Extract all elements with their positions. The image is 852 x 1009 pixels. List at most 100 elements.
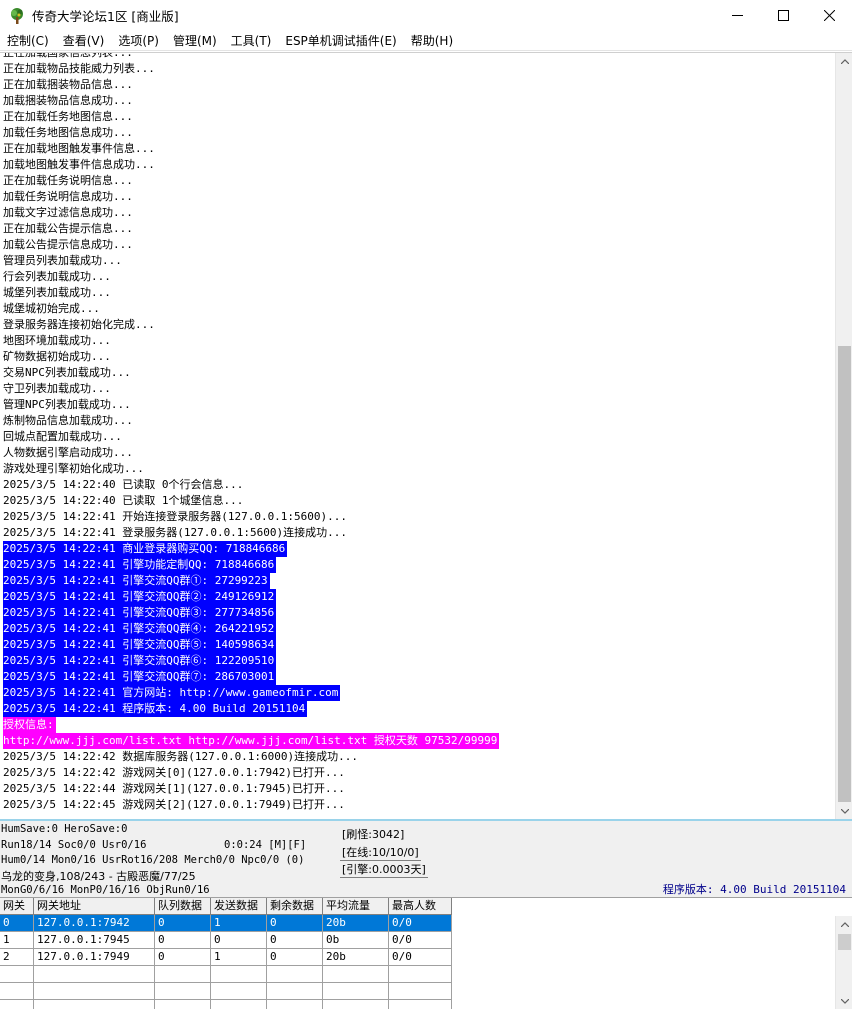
chevron-down-icon bbox=[840, 999, 849, 1004]
table-scrollbar[interactable] bbox=[835, 916, 852, 1009]
log-line-text: 2025/3/5 14:22:42 数据库服务器(127.0.0.1:6000)… bbox=[3, 750, 359, 763]
log-line-text: 交易NPC列表加载成功... bbox=[3, 366, 131, 379]
table-cell: 127.0.0.1:7942 bbox=[34, 915, 155, 932]
tree-app-icon[interactable] bbox=[8, 7, 26, 25]
table-cell: 0 bbox=[155, 915, 211, 932]
table-scroll-up-arrow[interactable] bbox=[836, 916, 852, 933]
column-header[interactable]: 剩余数据 bbox=[267, 898, 323, 915]
column-header[interactable]: 平均流量 bbox=[323, 898, 389, 915]
log-line-text: 2025/3/5 14:22:45 游戏网关[2](127.0.0.1:7949… bbox=[3, 798, 345, 811]
column-header[interactable]: 发送数据 bbox=[211, 898, 267, 915]
log-line-text: 加载捆装物品信息成功... bbox=[3, 94, 133, 107]
scroll-thumb[interactable] bbox=[838, 346, 851, 802]
log-line-text: 城堡城初始完成... bbox=[3, 302, 100, 315]
menu-manage[interactable]: 管理(M) bbox=[166, 31, 224, 51]
column-header[interactable]: 队列数据 bbox=[155, 898, 211, 915]
table-header: 网关 网关地址 队列数据 发送数据 剩余数据 平均流量 最高人数 bbox=[0, 898, 452, 915]
engine-label: [引擎:0.0003天] bbox=[340, 863, 428, 878]
table-cell: 0 bbox=[0, 915, 34, 932]
log-line: 加载地图触发事件信息成功... bbox=[3, 157, 832, 173]
window-controls bbox=[714, 0, 852, 31]
table-scroll-down-arrow[interactable] bbox=[836, 993, 852, 1009]
chevron-up-icon bbox=[840, 59, 849, 64]
scroll-down-arrow[interactable] bbox=[836, 803, 852, 819]
gateway-table[interactable]: 网关 网关地址 队列数据 发送数据 剩余数据 平均流量 最高人数 0 127.0.0.1:794… bbox=[0, 897, 852, 1009]
table-scroll-thumb[interactable] bbox=[838, 934, 851, 950]
log-memo[interactable]: 正在加载国家信息列表... 正在加载物品技能威力列表... 正在加载捆装物品信息..… bbox=[0, 52, 852, 819]
scroll-up-arrow[interactable] bbox=[836, 53, 852, 70]
table-cell bbox=[155, 966, 211, 983]
log-line: 地图环境加载成功... bbox=[3, 333, 832, 349]
menu-view[interactable]: 查看(V) bbox=[56, 31, 112, 51]
log-line: 2025/3/5 14:22:41 引擎交流QQ群①: 27299223 bbox=[3, 573, 832, 589]
menu-help[interactable]: 帮助(H) bbox=[404, 31, 460, 51]
log-line-text: 炼制物品信息加载成功... bbox=[3, 414, 133, 427]
table-cell: 20b bbox=[323, 915, 389, 932]
log-line-text: 加载地图触发事件信息成功... bbox=[3, 158, 155, 171]
log-line-text: 2025/3/5 14:22:41 引擎交流QQ群⑥: 122209510 bbox=[3, 653, 277, 669]
log-line: 行会列表加载成功... bbox=[3, 269, 832, 285]
version-label: 程序版本: 4.00 Build 20151104 bbox=[662, 883, 846, 896]
log-line-text: 地图环境加载成功... bbox=[3, 334, 111, 347]
map-status: 乌龙的变身,108/243 - 古殿恶魔/77/25 bbox=[1, 870, 196, 883]
column-header[interactable]: 网关地址 bbox=[34, 898, 155, 915]
table-cell: 0 bbox=[267, 932, 323, 949]
log-line: 登录服务器连接初始化完成... bbox=[3, 317, 832, 333]
menu-bar: 控制(C) 查看(V) 选项(P) 管理(M) 工具(T) ESP单机调试插件(… bbox=[0, 31, 852, 51]
log-line-text: 加载任务地图信息成功... bbox=[3, 126, 133, 139]
table-row[interactable]: 2 127.0.0.1:7949 0 1 0 20b 0/0 bbox=[0, 949, 452, 966]
log-line: 正在加载物品技能威力列表... bbox=[3, 61, 832, 77]
log-line: 2025/3/5 14:22:41 开始连接登录服务器(127.0.0.1:56… bbox=[3, 509, 832, 525]
log-line: 加载任务说明信息成功... bbox=[3, 189, 832, 205]
table-cell: 0 bbox=[211, 932, 267, 949]
log-line-text: 矿物数据初始成功... bbox=[3, 350, 111, 363]
close-icon bbox=[823, 10, 835, 21]
log-line: 2025/3/5 14:22:41 引擎交流QQ群③: 277734856 bbox=[3, 605, 832, 621]
column-header[interactable]: 最高人数 bbox=[389, 898, 452, 915]
runtime-status: 0:0:24 [M][F] bbox=[224, 839, 307, 851]
table-cell bbox=[323, 1000, 389, 1009]
log-line-text: 2025/3/5 14:22:41 程序版本: 4.00 Build 20151… bbox=[3, 701, 308, 717]
log-scrollbar[interactable] bbox=[835, 53, 852, 819]
log-line-text: 2025/3/5 14:22:41 开始连接登录服务器(127.0.0.1:56… bbox=[3, 510, 348, 523]
table-cell bbox=[211, 983, 267, 1000]
log-line: 2025/3/5 14:22:41 官方网站: http://www.gameo… bbox=[3, 685, 832, 701]
log-line: 游戏处理引擎初始化成功... bbox=[3, 461, 832, 477]
gateway-grid: 网关 网关地址 队列数据 发送数据 剩余数据 平均流量 最高人数 0 127.0.0.1:794… bbox=[0, 898, 452, 1009]
table-cell bbox=[211, 966, 267, 983]
log-line: 交易NPC列表加载成功... bbox=[3, 365, 832, 381]
table-row[interactable]: 1 127.0.0.1:7945 0 0 0 0b 0/0 bbox=[0, 932, 452, 949]
log-line: 正在加载公告提示信息... bbox=[3, 221, 832, 237]
menu-tools[interactable]: 工具(T) bbox=[224, 31, 279, 51]
log-line: 2025/3/5 14:22:45 游戏网关[2](127.0.0.1:7949… bbox=[3, 797, 832, 813]
status-panel: HumSave:0 HeroSave:0 Run18/14 Soc0/0 Usr… bbox=[0, 819, 852, 897]
log-lines: 正在加载国家信息列表... 正在加载物品技能威力列表... 正在加载捆装物品信息..… bbox=[3, 53, 832, 813]
minimize-button[interactable] bbox=[714, 0, 760, 31]
log-line-text: 2025/3/5 14:22:44 游戏网关[1](127.0.0.1:7945… bbox=[3, 782, 345, 795]
log-line: 正在加载地图触发事件信息... bbox=[3, 141, 832, 157]
menu-control[interactable]: 控制(C) bbox=[0, 31, 56, 51]
log-line: 2025/3/5 14:22:41 引擎功能定制QQ: 718846686 bbox=[3, 557, 832, 573]
table-cell bbox=[34, 983, 155, 1000]
log-line: 正在加载任务说明信息... bbox=[3, 173, 832, 189]
table-row[interactable]: 0 127.0.0.1:7942 0 1 0 20b 0/0 bbox=[0, 915, 452, 932]
log-line: 管理员列表加载成功... bbox=[3, 253, 832, 269]
log-line: 2025/3/5 14:22:40 已读取 0个行会信息... bbox=[3, 477, 832, 493]
log-line-text: 加载文字过滤信息成功... bbox=[3, 206, 133, 219]
log-line-text: 2025/3/5 14:22:40 已读取 0个行会信息... bbox=[3, 478, 244, 491]
table-cell bbox=[0, 983, 34, 1000]
table-cell bbox=[389, 966, 452, 983]
log-line-text: 2025/3/5 14:22:41 引擎交流QQ群①: 27299223 bbox=[3, 573, 270, 589]
table-cell: 1 bbox=[0, 932, 34, 949]
menu-options[interactable]: 选项(P) bbox=[111, 31, 166, 51]
menu-esp-plugin[interactable]: ESP单机调试插件(E) bbox=[278, 31, 403, 51]
table-cell: 0b bbox=[323, 932, 389, 949]
window-title: 传奇大学论坛1区 [商业版] bbox=[32, 9, 179, 24]
column-header[interactable]: 网关 bbox=[0, 898, 34, 915]
table-cell bbox=[389, 1000, 452, 1009]
maximize-button[interactable] bbox=[760, 0, 806, 31]
log-line: 2025/3/5 14:22:42 数据库服务器(127.0.0.1:6000)… bbox=[3, 749, 832, 765]
log-line: 2025/3/5 14:22:41 引擎交流QQ群⑦: 286703001 bbox=[3, 669, 832, 685]
close-button[interactable] bbox=[806, 0, 852, 31]
log-line-text: 2025/3/5 14:22:41 引擎交流QQ群③: 277734856 bbox=[3, 605, 277, 621]
